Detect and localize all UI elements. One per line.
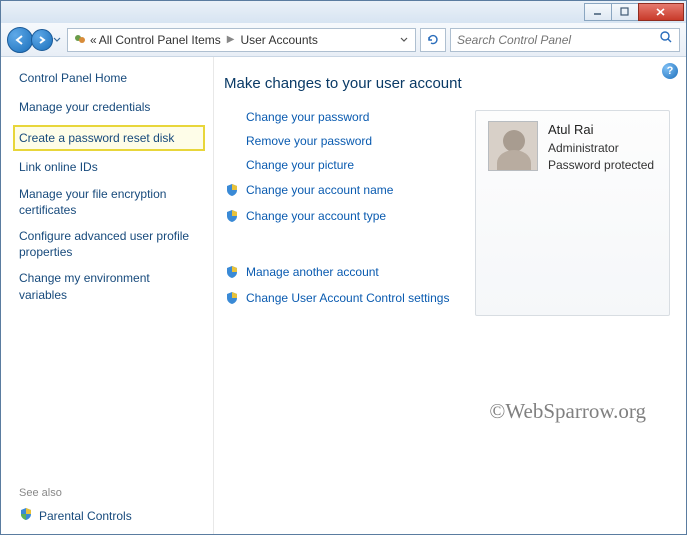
- search-box[interactable]: [450, 28, 680, 52]
- chevron-down-icon: [53, 37, 61, 43]
- sidebar-link-env-vars[interactable]: Change my environment variables: [19, 270, 201, 302]
- shield-icon: [19, 507, 33, 524]
- close-icon: [655, 7, 667, 17]
- content-body: Control Panel Home Manage your credentia…: [1, 57, 686, 534]
- user-accounts-icon: [72, 32, 88, 48]
- shield-icon: [224, 208, 240, 224]
- address-dropdown[interactable]: [397, 37, 411, 43]
- main-panel: ? Make changes to your user account Chan…: [213, 57, 686, 534]
- sidebar-link-credentials[interactable]: Manage your credentials: [19, 99, 201, 115]
- breadcrumb-item-1[interactable]: All Control Panel Items: [99, 33, 221, 47]
- link-change-password[interactable]: Change your password: [246, 110, 455, 124]
- parental-controls-link[interactable]: Parental Controls: [19, 507, 201, 524]
- link-change-name[interactable]: Change your account name: [246, 182, 455, 198]
- user-card: Atul Rai Administrator Password protecte…: [475, 110, 670, 316]
- sidebar-link-profile-properties[interactable]: Configure advanced user profile properti…: [19, 228, 201, 260]
- shield-icon: [224, 182, 240, 198]
- see-also-label: See also: [19, 487, 201, 499]
- sidebar-link-online-ids[interactable]: Link online IDs: [19, 159, 201, 175]
- refresh-button[interactable]: [420, 28, 446, 52]
- shield-icon: [224, 290, 240, 306]
- minimize-icon: [593, 8, 603, 16]
- search-icon[interactable]: [659, 30, 673, 49]
- breadcrumb-root[interactable]: «: [90, 33, 97, 47]
- maximize-icon: [620, 7, 630, 17]
- control-panel-window: « All Control Panel Items ▶ User Account…: [0, 0, 687, 535]
- action-links: Change your password Remove your passwor…: [224, 110, 455, 316]
- search-input[interactable]: [457, 33, 659, 47]
- back-button[interactable]: [7, 27, 33, 53]
- refresh-icon: [426, 33, 440, 47]
- link-change-picture[interactable]: Change your picture: [246, 158, 455, 172]
- nav-buttons: [7, 27, 63, 53]
- breadcrumb-separator-icon: ▶: [227, 34, 235, 45]
- chevron-down-icon: [400, 37, 408, 43]
- help-button[interactable]: ?: [662, 63, 678, 79]
- close-button[interactable]: [638, 3, 684, 21]
- sidebar-link-password-reset-disk[interactable]: Create a password reset disk: [13, 125, 205, 151]
- user-avatar[interactable]: [488, 121, 538, 171]
- arrow-right-icon: [37, 35, 47, 45]
- content-row: Change your password Remove your passwor…: [224, 110, 670, 316]
- link-change-type[interactable]: Change your account type: [246, 208, 455, 224]
- link-manage-another[interactable]: Manage another account: [246, 264, 455, 280]
- link-uac-settings[interactable]: Change User Account Control settings: [246, 290, 455, 306]
- window-titlebar: [1, 1, 686, 23]
- shield-icon: [224, 264, 240, 280]
- maximize-button[interactable]: [611, 3, 639, 21]
- parental-controls-label: Parental Controls: [39, 509, 132, 523]
- user-info: Atul Rai Administrator Password protecte…: [548, 121, 654, 175]
- link-remove-password[interactable]: Remove your password: [246, 134, 455, 148]
- user-role: Administrator: [548, 140, 654, 157]
- sidebar-title[interactable]: Control Panel Home: [19, 71, 201, 85]
- arrow-left-icon: [14, 34, 26, 46]
- forward-button[interactable]: [31, 29, 53, 51]
- page-heading: Make changes to your user account: [224, 75, 670, 92]
- user-protection: Password protected: [548, 157, 654, 174]
- address-bar[interactable]: « All Control Panel Items ▶ User Account…: [67, 28, 416, 52]
- minimize-button[interactable]: [584, 3, 612, 21]
- breadcrumb-item-2[interactable]: User Accounts: [240, 33, 317, 47]
- sidebar-link-encryption-certs[interactable]: Manage your file encryption certificates: [19, 186, 201, 218]
- watermark: ©WebSparrow.org: [489, 399, 646, 424]
- user-name: Atul Rai: [548, 121, 654, 140]
- nav-history-dropdown[interactable]: [51, 29, 63, 51]
- sidebar: Control Panel Home Manage your credentia…: [1, 57, 213, 534]
- navigation-bar: « All Control Panel Items ▶ User Account…: [1, 23, 686, 57]
